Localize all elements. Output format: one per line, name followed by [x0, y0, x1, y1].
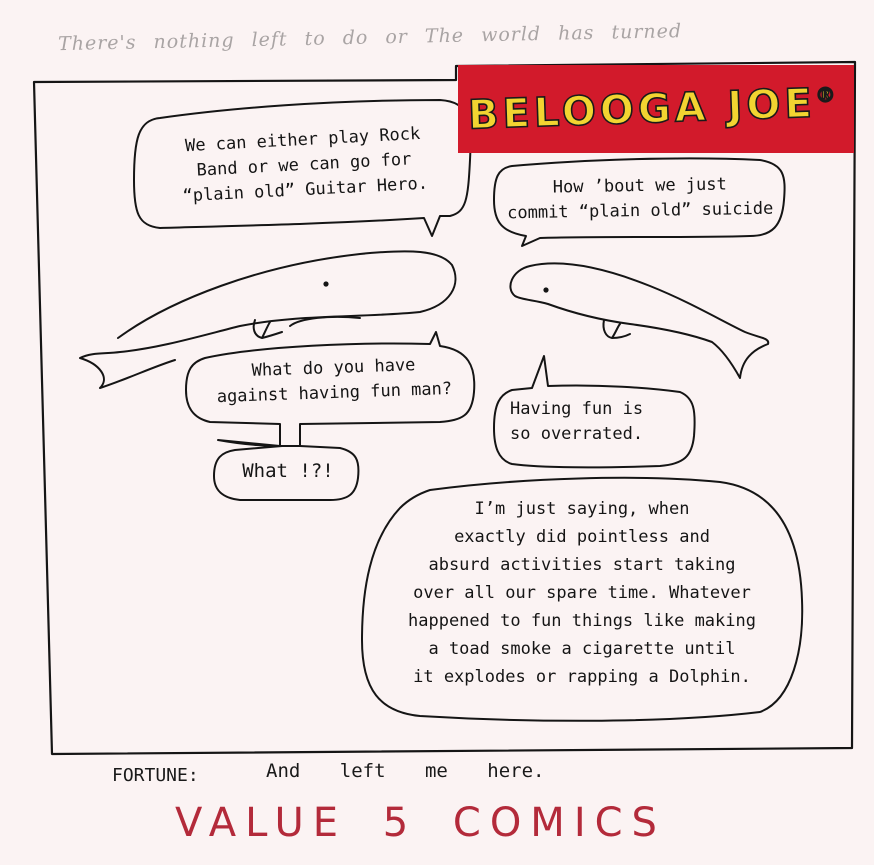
- registered-mark: ®: [814, 82, 836, 108]
- bubble-text-4: What !?!: [242, 460, 334, 482]
- fortune-text: And left me here.: [266, 760, 545, 782]
- bubble-text-5: Having fun is so overrated.: [510, 399, 644, 444]
- fortune-label: FORTUNE:: [112, 765, 199, 786]
- bubble-text-6: I’m just saying, when exactly did pointl…: [408, 499, 756, 687]
- right-whale: [509, 262, 770, 379]
- bubble-text-3: What do you have against having fun man?: [216, 355, 453, 408]
- bubble-text-2: How ’bout we just commit “plain old” sui…: [506, 174, 774, 224]
- publisher-name: VALUE 5 COMICS: [175, 800, 666, 846]
